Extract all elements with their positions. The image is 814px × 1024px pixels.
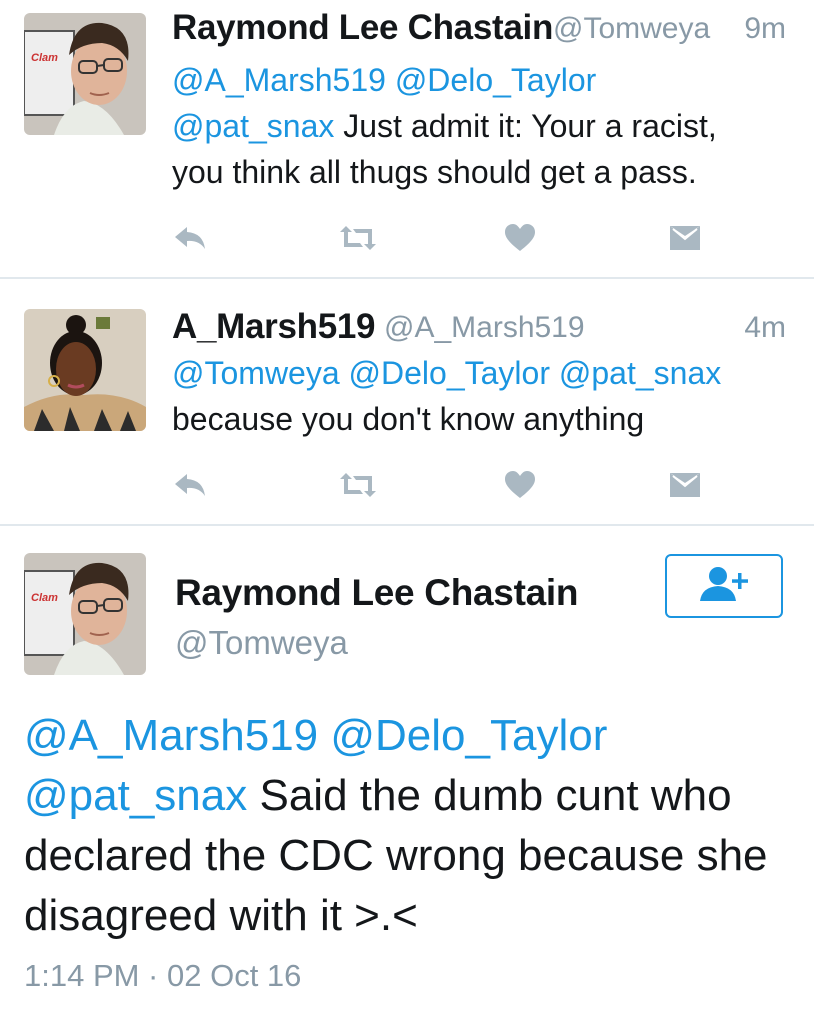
tweet-text: @Tomweya @Delo_Taylor @pat_snaxbecause y… bbox=[172, 350, 721, 442]
author-name[interactable]: Raymond Lee Chastain bbox=[172, 8, 553, 48]
reply-icon[interactable] bbox=[170, 218, 210, 258]
reply-icon[interactable] bbox=[170, 465, 210, 505]
like-icon[interactable] bbox=[500, 218, 540, 258]
follow-user-icon bbox=[698, 565, 750, 608]
follow-button[interactable] bbox=[665, 554, 783, 618]
text-segment: Said the dumb cunt who bbox=[247, 771, 732, 820]
svg-text:Clam: Clam bbox=[31, 52, 58, 64]
mention-link[interactable]: @pat_snax bbox=[172, 108, 334, 144]
text-segment: declared the CDC wrong because she bbox=[24, 831, 768, 880]
detail-tweet-text: @A_Marsh519 @Delo_Taylor @pat_snax Said t… bbox=[24, 706, 768, 946]
mention-link[interactable]: @A_Marsh519 @Delo_Taylor bbox=[24, 711, 607, 760]
text-line: you think all thugs should get a pass. bbox=[172, 149, 717, 195]
tweet-actions bbox=[170, 465, 710, 505]
mention-link[interactable]: @pat_snax bbox=[24, 771, 247, 820]
retweet-icon[interactable] bbox=[338, 218, 378, 258]
text-line: @A_Marsh519 @Delo_Taylor bbox=[24, 706, 768, 766]
direct-message-icon[interactable] bbox=[665, 218, 705, 258]
author-handle[interactable]: @A_Marsh519 bbox=[384, 311, 585, 345]
avatar-raymond[interactable]: Clam bbox=[24, 553, 146, 675]
tweet-text: @A_Marsh519 @Delo_Taylor @pat_snax Just a… bbox=[172, 57, 717, 195]
text-line: @A_Marsh519 @Delo_Taylor bbox=[172, 57, 717, 103]
like-icon[interactable] bbox=[500, 465, 540, 505]
tweet-2[interactable]: A_Marsh519 @A_Marsh519 4m @Tomweya @Delo… bbox=[0, 279, 814, 524]
text-line: declared the CDC wrong because she bbox=[24, 826, 768, 886]
tweet-time: 9m bbox=[744, 12, 786, 45]
svg-text:Clam: Clam bbox=[31, 592, 58, 604]
text-segment: because you don't know anything bbox=[172, 401, 645, 437]
text-segment: Just admit it: Your a racist, bbox=[334, 108, 717, 144]
mention-link[interactable]: @A_Marsh519 @Delo_Taylor bbox=[172, 62, 596, 98]
mention-link[interactable]: @Tomweya @Delo_Taylor @pat_snax bbox=[172, 355, 721, 391]
tweet-1[interactable]: Clam Raymond Lee Chastain @Tomweya 9m @A… bbox=[0, 0, 814, 278]
text-segment: disagreed with it >.< bbox=[24, 891, 418, 940]
avatar-a-marsh[interactable] bbox=[24, 309, 146, 431]
avatar-raymond[interactable]: Clam bbox=[24, 13, 146, 135]
author-handle[interactable]: @Tomweya bbox=[175, 624, 348, 662]
text-line: @pat_snax Just admit it: Your a racist, bbox=[172, 103, 717, 149]
tweet-actions bbox=[170, 218, 710, 258]
tweet-timestamp[interactable]: 1:14 PM · 02 Oct 16 bbox=[24, 958, 301, 994]
text-line: because you don't know anything bbox=[172, 396, 721, 442]
text-line: @pat_snax Said the dumb cunt who bbox=[24, 766, 768, 826]
retweet-icon[interactable] bbox=[338, 465, 378, 505]
tweet-time: 4m bbox=[744, 311, 786, 344]
author-name[interactable]: A_Marsh519 bbox=[172, 307, 376, 347]
text-segment: you think all thugs should get a pass. bbox=[172, 154, 697, 190]
direct-message-icon[interactable] bbox=[665, 465, 705, 505]
author-name[interactable]: Raymond Lee Chastain bbox=[175, 572, 578, 614]
author-handle[interactable]: @Tomweya bbox=[553, 12, 710, 46]
text-line: disagreed with it >.< bbox=[24, 886, 768, 946]
text-line: @Tomweya @Delo_Taylor @pat_snax bbox=[172, 350, 721, 396]
